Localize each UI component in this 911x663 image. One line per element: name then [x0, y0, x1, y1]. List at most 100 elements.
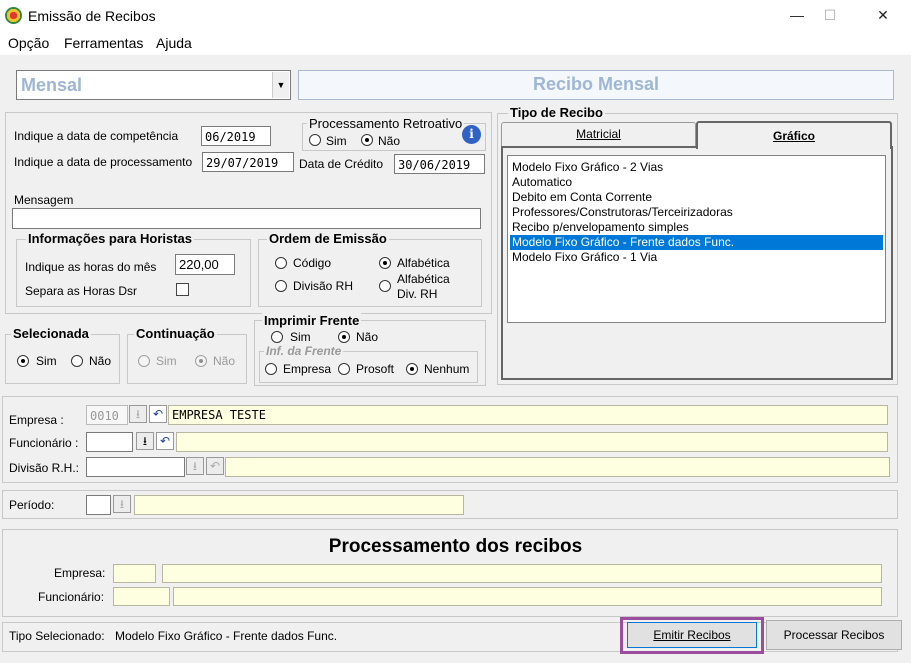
- funcionario-download-icon[interactable]: ⭳: [136, 432, 154, 450]
- periodo-name-field[interactable]: [134, 495, 464, 515]
- processar-recibos-label: Processar Recibos: [783, 628, 885, 642]
- periodo-label: Período:: [9, 498, 55, 512]
- divisao-label: Divisão R.H.:: [9, 461, 80, 475]
- empresa-name-field[interactable]: EMPRESA TESTE: [168, 405, 888, 425]
- list-item[interactable]: Recibo p/envelopamento simples: [510, 220, 883, 235]
- continuacao-legend: Continuação: [134, 326, 217, 341]
- inf-empresa-radio[interactable]: [265, 363, 277, 375]
- credito-label: Data de Crédito: [299, 157, 384, 171]
- app-icon: [5, 7, 22, 24]
- proc-empresa-code: [113, 564, 156, 583]
- continuacao-nao-label: Não: [213, 354, 236, 368]
- selecionada-legend: Selecionada: [11, 326, 91, 341]
- proc-funcionario-name: [173, 587, 882, 606]
- processar-recibos-button[interactable]: Processar Recibos: [766, 620, 902, 650]
- menu-ferramentas[interactable]: Ferramentas: [64, 35, 143, 51]
- continuacao-sim-label: Sim: [156, 354, 177, 368]
- periodo-code-input[interactable]: [86, 495, 111, 515]
- ordem-codigo-label: Código: [293, 256, 332, 270]
- list-item-selected[interactable]: Modelo Fixo Gráfico - Frente dados Func.: [510, 235, 883, 250]
- imprimir-nao-label: Não: [356, 330, 379, 344]
- close-button[interactable]: ✕: [860, 0, 906, 31]
- processamento-title: Processamento dos recibos: [328, 536, 583, 557]
- retroativo-legend: Processamento Retroativo: [307, 116, 465, 131]
- status-label: Tipo Selecionado:: [9, 629, 105, 643]
- maximize-button[interactable]: ☐: [807, 0, 853, 31]
- status-value: Modelo Fixo Gráfico - Frente dados Func.: [115, 629, 338, 643]
- funcionario-code-input[interactable]: [86, 432, 133, 452]
- list-item[interactable]: Modelo Fixo Gráfico - 1 Via: [510, 250, 883, 265]
- mensagem-input[interactable]: [12, 208, 481, 229]
- empresa-undo-icon[interactable]: ↶: [149, 405, 167, 423]
- retroativo-sim-label: Sim: [326, 134, 347, 148]
- retroativo-sim-radio[interactable]: [309, 134, 321, 146]
- period-type-select[interactable]: Mensal ▼: [16, 70, 291, 100]
- continuacao-nao-radio: [195, 355, 207, 367]
- periodo-download-icon[interactable]: ⭳: [113, 495, 131, 513]
- list-item[interactable]: Professores/Construtoras/Terceirizadoras: [510, 205, 883, 220]
- receipt-title: Recibo Mensal: [532, 74, 660, 94]
- proc-empresa-name: [162, 564, 882, 583]
- divisao-undo-icon[interactable]: ↶: [206, 457, 224, 475]
- selecionada-sim-label: Sim: [36, 354, 57, 368]
- menu-ajuda[interactable]: Ajuda: [156, 35, 192, 51]
- continuacao-sim-radio: [138, 355, 150, 367]
- proc-empresa-label: Empresa:: [54, 566, 106, 580]
- tab-matricial-label: Matricial: [576, 127, 621, 141]
- menu-opcao[interactable]: Opção: [8, 35, 49, 51]
- recibo-type-list[interactable]: Modelo Fixo Gráfico - 2 Vias Automatico …: [507, 155, 886, 323]
- receipt-title-panel: Recibo Mensal: [298, 70, 894, 100]
- empresa-code-input[interactable]: 0010: [86, 405, 128, 425]
- window-title: Emissão de Recibos: [28, 8, 156, 24]
- horas-label: Indique as horas do mês: [25, 260, 157, 274]
- emitir-recibos-label: Emitir Recibos: [653, 628, 731, 642]
- dsr-label: Separa as Horas Dsr: [25, 284, 138, 298]
- selecionada-sim-radio[interactable]: [17, 355, 29, 367]
- imprimir-sim-radio[interactable]: [271, 331, 283, 343]
- empresa-label: Empresa :: [9, 413, 64, 427]
- list-item[interactable]: Debito em Conta Corrente: [510, 190, 883, 205]
- inf-nenhum-radio[interactable]: [406, 363, 418, 375]
- tab-matricial[interactable]: Matricial: [501, 122, 696, 146]
- emitir-recibos-button[interactable]: Emitir Recibos: [627, 622, 757, 648]
- retroativo-nao-radio[interactable]: [361, 134, 373, 146]
- empresa-download-icon[interactable]: ⭳: [129, 405, 147, 423]
- processamento-label: Indique a data de processamento: [14, 155, 193, 169]
- tipo-recibo-legend: Tipo de Recibo: [508, 105, 605, 120]
- ordem-alfa-div-radio[interactable]: [379, 280, 391, 292]
- divisao-name-field[interactable]: [225, 457, 890, 477]
- tab-grafico[interactable]: Gráfico: [696, 121, 892, 149]
- inf-empresa-label: Empresa: [283, 362, 332, 376]
- tab-grafico-label: Gráfico: [772, 129, 815, 143]
- inf-frente-legend: Inf. da Frente: [264, 344, 344, 358]
- list-item[interactable]: Modelo Fixo Gráfico - 2 Vias: [510, 160, 883, 175]
- horas-input[interactable]: 220,00: [175, 254, 235, 275]
- ordem-legend: Ordem de Emissão: [267, 231, 389, 246]
- info-icon[interactable]: i: [462, 125, 481, 144]
- mensagem-label: Mensagem: [14, 193, 74, 207]
- inf-prosoft-radio[interactable]: [338, 363, 350, 375]
- funcionario-name-field[interactable]: [176, 432, 888, 452]
- dsr-checkbox[interactable]: [176, 283, 189, 296]
- selecionada-nao-radio[interactable]: [71, 355, 83, 367]
- ordem-divisao-radio[interactable]: [275, 280, 287, 292]
- processamento-input[interactable]: 29/07/2019: [202, 152, 294, 172]
- competencia-label: Indique a data de competência: [14, 129, 179, 143]
- competencia-input[interactable]: 06/2019: [201, 126, 271, 146]
- funcionario-undo-icon[interactable]: ↶: [156, 432, 174, 450]
- horistas-legend: Informações para Horistas: [26, 231, 195, 246]
- list-item[interactable]: Automatico: [510, 175, 883, 190]
- credito-input[interactable]: 30/06/2019: [394, 154, 485, 174]
- chevron-down-icon[interactable]: ▼: [272, 72, 289, 98]
- ordem-alfabetica-label: Alfabética: [397, 256, 450, 270]
- proc-funcionario-code: [113, 587, 170, 606]
- divisao-code-input[interactable]: [86, 457, 185, 477]
- imprimir-nao-radio[interactable]: [338, 331, 350, 343]
- ordem-alfabetica-radio[interactable]: [379, 257, 391, 269]
- inf-prosoft-label: Prosoft: [356, 362, 395, 376]
- ordem-alfa-div-label: Alfabética Div. RH: [397, 272, 450, 301]
- proc-funcionario-label: Funcionário:: [38, 590, 105, 604]
- selecionada-nao-label: Não: [89, 354, 112, 368]
- divisao-download-icon[interactable]: ⭳: [186, 457, 204, 475]
- ordem-codigo-radio[interactable]: [275, 257, 287, 269]
